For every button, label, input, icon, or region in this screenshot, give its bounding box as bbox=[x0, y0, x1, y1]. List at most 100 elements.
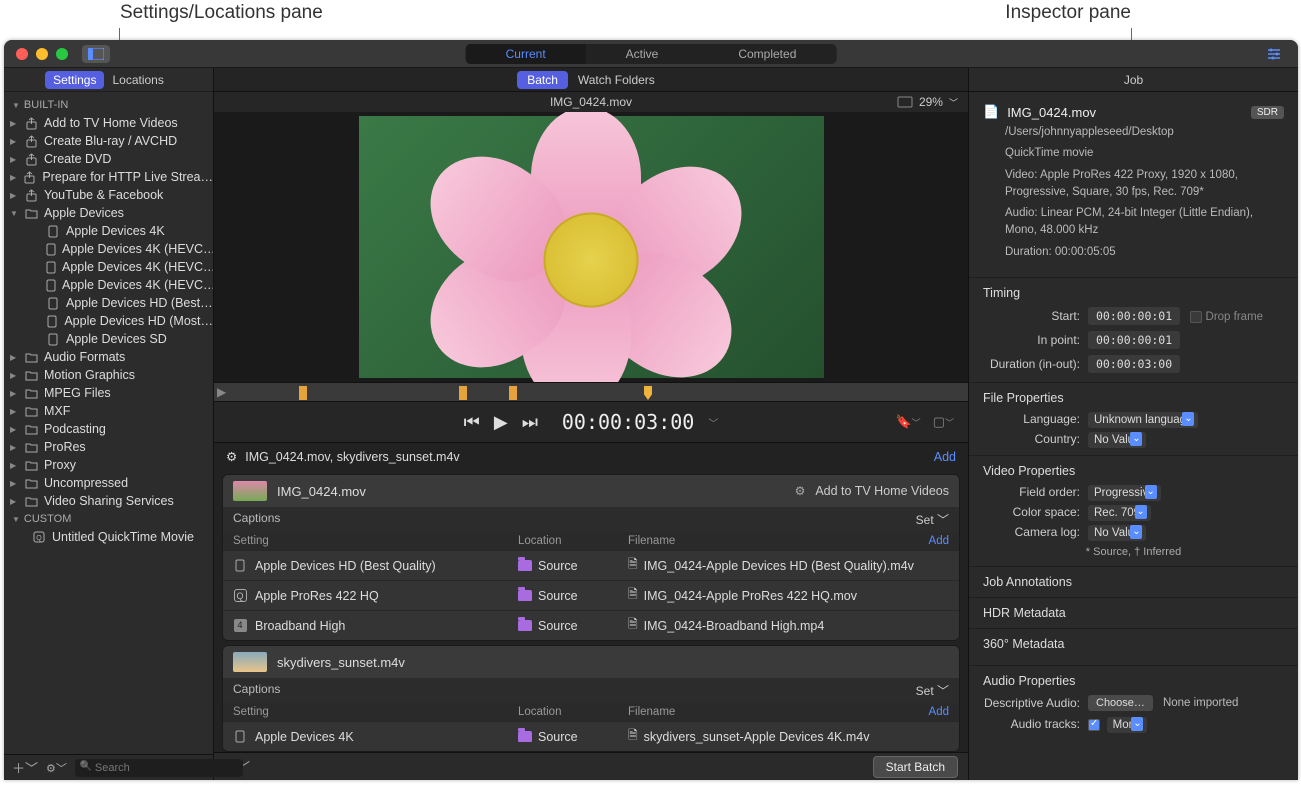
batch-area: ⚙︎ IMG_0424.mov, skydivers_sunset.m4v Ad… bbox=[214, 442, 968, 752]
close-window[interactable] bbox=[16, 48, 28, 60]
tab-watch-folders[interactable]: Watch Folders bbox=[568, 71, 665, 89]
output-filename: IMG_0424-Broadband High.mp4 bbox=[644, 619, 825, 633]
add-setting-button[interactable]: Add bbox=[929, 535, 949, 547]
language-select[interactable]: Unknown language bbox=[1088, 412, 1198, 428]
group-builtin[interactable]: BUILT-IN bbox=[4, 96, 213, 114]
tree-item-prepare-for-http-live-strea-[interactable]: Prepare for HTTP Live Strea… bbox=[4, 168, 213, 186]
captions-set-button[interactable]: Set ﹀ bbox=[916, 511, 949, 528]
document-icon: 📄 bbox=[983, 104, 999, 120]
chevron-down-icon[interactable]: ﹀ bbox=[949, 96, 958, 109]
tree-item-create-dvd[interactable]: Create DVD bbox=[4, 150, 213, 168]
toggle-sidebar-button[interactable] bbox=[82, 45, 110, 63]
tree-item-mpeg-files[interactable]: MPEG Files bbox=[4, 384, 213, 402]
tree-item-prores[interactable]: ProRes bbox=[4, 438, 213, 456]
tree-item-add-to-tv-home-videos[interactable]: Add to TV Home Videos bbox=[4, 114, 213, 132]
center-tabs[interactable]: Batch Watch Folders bbox=[214, 68, 968, 92]
choose-descriptive-audio-button[interactable]: Choose… bbox=[1088, 695, 1153, 711]
preview-viewport[interactable] bbox=[214, 112, 968, 382]
play-button[interactable]: ▶ bbox=[494, 412, 508, 433]
tab-batch[interactable]: Batch bbox=[517, 71, 568, 89]
tree-item-audio-formats[interactable]: Audio Formats bbox=[4, 348, 213, 366]
job-card[interactable]: skydivers_sunset.m4vCaptionsSet ﹀Setting… bbox=[222, 645, 960, 752]
tab-settings[interactable]: Settings bbox=[45, 71, 104, 89]
job-card[interactable]: IMG_0424.mov⚙︎ Add to TV Home VideosCapt… bbox=[222, 474, 960, 641]
tree-item-video-sharing-services[interactable]: Video Sharing Services bbox=[4, 492, 213, 510]
tree-item-apple-devices-4k[interactable]: Apple Devices 4K bbox=[46, 222, 213, 240]
group-custom[interactable]: CUSTOM bbox=[4, 510, 213, 528]
setting-row[interactable]: QApple ProRes 422 HQSource🗎IMG_0424-Appl… bbox=[223, 580, 959, 610]
batch-add-button[interactable]: Add bbox=[934, 450, 956, 464]
setting-icon bbox=[233, 730, 247, 744]
section-360-metadata[interactable]: 360° Metadata bbox=[969, 628, 1298, 659]
add-preset-button[interactable]: ＋﹀ bbox=[12, 758, 38, 777]
folder-icon bbox=[24, 404, 38, 418]
duration-field[interactable]: 00:00:03:00 bbox=[1088, 355, 1180, 373]
tree-item-create-blu-ray-avchd[interactable]: Create Blu-ray / AVCHD bbox=[4, 132, 213, 150]
tree-item-apple-devices[interactable]: Apple Devices bbox=[4, 204, 213, 222]
camera-log-select[interactable]: No Value bbox=[1088, 525, 1146, 541]
tree-item-motion-graphics[interactable]: Motion Graphics bbox=[4, 366, 213, 384]
prev-frame-button[interactable]: ⏮ bbox=[464, 412, 480, 433]
inpoint-field[interactable]: 00:00:00:01 bbox=[1088, 331, 1180, 349]
section-job-annotations[interactable]: Job Annotations bbox=[969, 566, 1298, 597]
timeline[interactable]: ▶ bbox=[214, 382, 968, 402]
action-menu-button[interactable]: ⚙︎﹀ bbox=[46, 760, 67, 776]
tree-item-proxy[interactable]: Proxy bbox=[4, 456, 213, 474]
tree-item-apple-devices-4k-hevc-[interactable]: Apple Devices 4K (HEVC… bbox=[46, 258, 213, 276]
section-hdr-metadata[interactable]: HDR Metadata bbox=[969, 597, 1298, 628]
inspector-filename: IMG_0424.mov bbox=[1007, 105, 1096, 120]
tree-item-apple-devices-4k-hevc-[interactable]: Apple Devices 4K (HEVC… bbox=[46, 276, 213, 294]
fit-icon[interactable] bbox=[897, 96, 913, 108]
tab-current[interactable]: Current bbox=[466, 44, 586, 64]
tree-item-apple-devices-sd[interactable]: Apple Devices SD bbox=[46, 330, 213, 348]
setting-row[interactable]: Apple Devices HD (Best Quality)Source🗎IM… bbox=[223, 550, 959, 580]
tree-item-apple-devices-4k-hevc-[interactable]: Apple Devices 4K (HEVC… bbox=[46, 240, 213, 258]
next-frame-button[interactable]: ⏭ bbox=[522, 412, 538, 433]
drop-frame-checkbox[interactable] bbox=[1190, 311, 1202, 323]
tree-item-podcasting[interactable]: Podcasting bbox=[4, 420, 213, 438]
tree-item-apple-devices-hd-most-[interactable]: Apple Devices HD (Most… bbox=[46, 312, 213, 330]
tree-item-mxf[interactable]: MXF bbox=[4, 402, 213, 420]
gear-icon[interactable]: ⚙︎ bbox=[795, 484, 806, 498]
tree-item-uncompressed[interactable]: Uncompressed bbox=[4, 474, 213, 492]
country-select[interactable]: No Value bbox=[1088, 432, 1146, 448]
audio-track-select[interactable]: Mono bbox=[1107, 717, 1148, 733]
setting-name: Apple Devices 4K bbox=[255, 730, 354, 744]
toggle-inspector-button[interactable] bbox=[1262, 45, 1286, 63]
batch-icon: ⚙︎ bbox=[226, 449, 237, 464]
window-controls[interactable] bbox=[16, 48, 68, 60]
job-action[interactable]: Add to TV Home Videos bbox=[815, 484, 949, 498]
field-order-select[interactable]: Progressive bbox=[1088, 485, 1161, 501]
compare-menu-button[interactable]: ▢﹀ bbox=[933, 414, 954, 430]
tab-active[interactable]: Active bbox=[586, 44, 699, 64]
batch-header: ⚙︎ IMG_0424.mov, skydivers_sunset.m4v Ad… bbox=[214, 443, 968, 470]
timeline-start-icon[interactable]: ▶ bbox=[217, 385, 226, 399]
color-space-select[interactable]: Rec. 709* bbox=[1088, 505, 1151, 521]
timecode-display[interactable]: 00:00:03:00 bbox=[562, 410, 694, 434]
sidebar-tabs[interactable]: Settings Locations bbox=[4, 68, 213, 92]
tab-completed[interactable]: Completed bbox=[698, 44, 836, 64]
minimize-window[interactable] bbox=[36, 48, 48, 60]
timecode-chevron-icon[interactable]: ﹀ bbox=[708, 415, 718, 430]
tree-item-youtube-facebook[interactable]: YouTube & Facebook bbox=[4, 186, 213, 204]
start-field[interactable]: 00:00:00:01 bbox=[1088, 307, 1180, 325]
audio-track-checkbox[interactable] bbox=[1088, 719, 1100, 731]
search-input[interactable] bbox=[75, 759, 243, 777]
add-setting-button[interactable]: Add bbox=[929, 706, 949, 718]
job-title-row[interactable]: skydivers_sunset.m4v bbox=[223, 646, 959, 678]
tree-item-untitled-quicktime-movie[interactable]: QUntitled QuickTime Movie bbox=[4, 528, 213, 546]
setting-row[interactable]: 4Broadband HighSource🗎IMG_0424-Broadband… bbox=[223, 610, 959, 640]
tab-locations[interactable]: Locations bbox=[104, 71, 171, 89]
setting-row[interactable]: Apple Devices 4KSource🗎skydivers_sunset-… bbox=[223, 721, 959, 751]
settings-tree[interactable]: BUILT-IN Add to TV Home VideosCreate Blu… bbox=[4, 92, 213, 754]
playhead[interactable] bbox=[644, 386, 652, 400]
tree-item-apple-devices-hd-best-[interactable]: Apple Devices HD (Best… bbox=[46, 294, 213, 312]
zoom-window[interactable] bbox=[56, 48, 68, 60]
start-batch-button[interactable]: Start Batch bbox=[873, 756, 958, 778]
zoom-control[interactable]: 29%﹀ bbox=[897, 95, 958, 109]
marker-menu-button[interactable]: 🔖﹀ bbox=[895, 414, 920, 430]
job-title-row[interactable]: IMG_0424.mov⚙︎ Add to TV Home Videos bbox=[223, 475, 959, 507]
captions-set-button[interactable]: Set ﹀ bbox=[916, 682, 949, 699]
share-icon bbox=[24, 188, 38, 202]
view-segmented-control[interactable]: Current Active Completed bbox=[466, 44, 837, 64]
